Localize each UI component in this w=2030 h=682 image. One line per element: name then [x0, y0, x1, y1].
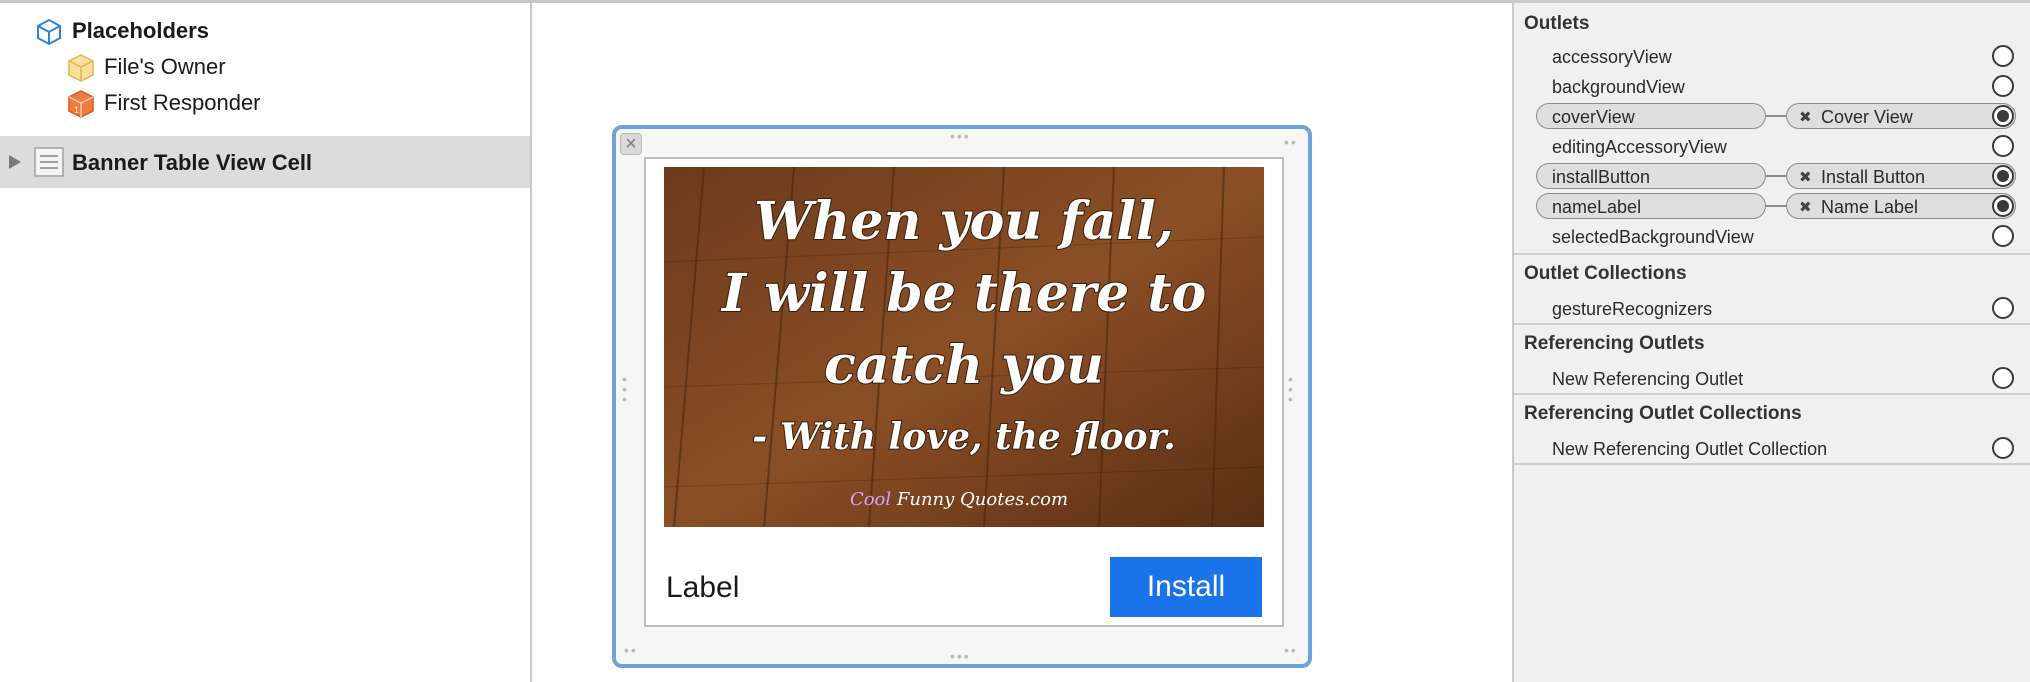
- watermark-cool: Cool: [850, 489, 891, 510]
- outlet-connection[interactable]: ✖ Cover View: [1786, 103, 2016, 129]
- outlet-name: accessoryView: [1552, 47, 1672, 67]
- outlet-target: Name Label: [1821, 197, 1919, 217]
- outlet-row-new-referencing-outlet-collection[interactable]: New Referencing Outlet Collection: [1514, 435, 2030, 463]
- resize-handle-right[interactable]: • • •: [1288, 372, 1296, 406]
- resize-handle-top-right[interactable]: ••: [1284, 135, 1298, 149]
- outline-placeholders-header[interactable]: Placeholders: [0, 13, 530, 49]
- close-icon[interactable]: ×: [620, 133, 642, 155]
- connection-circle-icon[interactable]: [1992, 225, 2014, 247]
- connection-circle-icon[interactable]: [1992, 195, 2014, 217]
- cover-line-1: When you fall,: [754, 191, 1174, 252]
- cover-line-4: - With love, the floor.: [752, 416, 1176, 458]
- connection-line: [1766, 115, 1786, 117]
- outlet-connection[interactable]: ✖ Name Label: [1786, 193, 2016, 219]
- connection-circle-icon[interactable]: [1992, 437, 2014, 459]
- section-divider: [1514, 393, 2030, 395]
- outlet-name: nameLabel: [1552, 197, 1642, 217]
- outlet-pill[interactable]: coverView: [1536, 103, 1766, 129]
- referencing-outlet-collections-title: Referencing Outlet Collections: [1524, 403, 1802, 424]
- connection-line: [1766, 205, 1786, 207]
- svg-text:1: 1: [74, 105, 79, 115]
- connection-circle-icon[interactable]: [1992, 75, 2014, 97]
- cover-line-2: I will be there to: [720, 263, 1206, 324]
- disconnect-icon[interactable]: ✖: [1799, 108, 1812, 126]
- connection-circle-icon[interactable]: [1992, 45, 2014, 67]
- install-button[interactable]: Install: [1110, 557, 1262, 617]
- files-owner-cube-icon: [68, 54, 94, 82]
- disclosure-triangle-icon[interactable]: [8, 154, 22, 170]
- outlet-name: selectedBackgroundView: [1552, 227, 1754, 247]
- connection-circle-icon[interactable]: [1992, 367, 2014, 389]
- resize-handle-left[interactable]: • • •: [622, 372, 630, 406]
- cell-content-view: When you fall, I will be there to catch …: [644, 157, 1284, 627]
- outlet-row-backgroundView[interactable]: backgroundView: [1514, 73, 2030, 101]
- referencing-outlets-title: Referencing Outlets: [1524, 333, 1705, 354]
- outlet-pill[interactable]: installButton: [1536, 163, 1766, 189]
- files-owner-label: File's Owner: [104, 54, 226, 79]
- outlet-row-nameLabel[interactable]: nameLabel ✖ Name Label: [1514, 193, 2030, 221]
- connection-circle-icon[interactable]: [1992, 297, 2014, 319]
- placeholder-cube-icon: [37, 18, 61, 46]
- connection-circle-icon[interactable]: [1992, 165, 2014, 187]
- first-responder-cube-icon: 1: [68, 90, 94, 118]
- document-outline: Placeholders File's Owner 1 First Respon…: [0, 3, 530, 682]
- connections-inspector: Outlets accessoryView backgroundView cov…: [1514, 3, 2030, 682]
- connection-circle-icon[interactable]: [1992, 105, 2014, 127]
- outlet-connection[interactable]: ✖ Install Button: [1786, 163, 2016, 189]
- first-responder-label: First Responder: [104, 90, 261, 115]
- resize-handle-bottom[interactable]: •••: [950, 649, 971, 663]
- outlet-row-new-referencing-outlet[interactable]: New Referencing Outlet: [1514, 365, 2030, 393]
- outlets-title: Outlets: [1524, 13, 1590, 34]
- outlet-row-editingAccessoryView[interactable]: editingAccessoryView: [1514, 133, 2030, 161]
- outlet-name: coverView: [1552, 107, 1635, 127]
- banner-cell-label: Banner Table View Cell: [72, 150, 313, 175]
- outlet-target: Install Button: [1821, 167, 1926, 187]
- resize-handle-bottom-left[interactable]: ••: [624, 643, 638, 657]
- disconnect-icon[interactable]: ✖: [1799, 168, 1812, 186]
- disconnect-icon[interactable]: ✖: [1799, 198, 1812, 216]
- section-divider: [1514, 463, 2030, 465]
- outlet-row-accessoryView[interactable]: accessoryView: [1514, 43, 2030, 71]
- outlet-pill[interactable]: nameLabel: [1536, 193, 1766, 219]
- section-divider: [1514, 323, 2030, 325]
- resize-handle-bottom-right[interactable]: ••: [1284, 643, 1298, 657]
- connection-circle-icon[interactable]: [1992, 135, 2014, 157]
- interface-canvas: × ••• •• • • • • • • ••• •• •• When you …: [532, 3, 1512, 682]
- outlet-collections-title: Outlet Collections: [1524, 263, 1687, 284]
- resize-handle-top[interactable]: •••: [950, 129, 971, 143]
- outline-item-files-owner[interactable]: File's Owner: [0, 49, 530, 85]
- cover-watermark: Cool Funny Quotes.com: [850, 489, 1068, 510]
- outlet-name: New Referencing Outlet: [1552, 369, 1744, 389]
- outlet-name: backgroundView: [1552, 77, 1685, 97]
- section-divider: [1514, 253, 2030, 255]
- cover-view[interactable]: When you fall, I will be there to catch …: [664, 167, 1264, 527]
- outlet-name: installButton: [1552, 167, 1651, 187]
- placeholders-label: Placeholders: [72, 18, 209, 43]
- name-label[interactable]: Label: [666, 571, 739, 605]
- banner-table-view-cell[interactable]: × ••• •• • • • • • • ••• •• •• When you …: [612, 125, 1312, 668]
- outlet-row-installButton[interactable]: installButton ✖ Install Button: [1514, 163, 2030, 191]
- watermark-rest: Funny Quotes.com: [891, 489, 1068, 510]
- outlet-row-gestureRecognizers[interactable]: gestureRecognizers: [1514, 295, 2030, 323]
- outlet-row-selectedBackgroundView[interactable]: selectedBackgroundView: [1514, 223, 2030, 251]
- outlet-row-coverView[interactable]: coverView ✖ Cover View: [1514, 103, 2030, 131]
- outlet-name: New Referencing Outlet Collection: [1552, 439, 1828, 459]
- table-view-cell-icon: [34, 147, 64, 177]
- cover-image: When you fall, I will be there to catch …: [664, 167, 1264, 527]
- outline-item-first-responder[interactable]: 1 First Responder: [0, 85, 530, 121]
- outlet-target: Cover View: [1821, 107, 1913, 127]
- connection-line: [1766, 175, 1786, 177]
- outlet-name: editingAccessoryView: [1552, 137, 1727, 157]
- outlet-name: gestureRecognizers: [1552, 299, 1713, 319]
- outline-item-banner-cell[interactable]: Banner Table View Cell: [0, 136, 530, 188]
- cover-line-3: catch you: [824, 335, 1104, 396]
